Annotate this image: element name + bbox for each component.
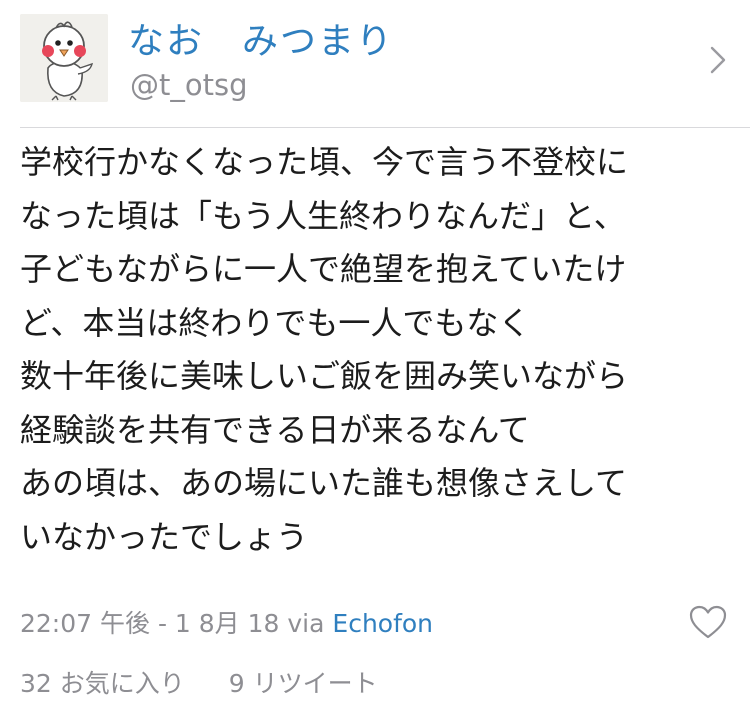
tweet-line: ど、本当は終わりでも一人でもなく [20, 303, 531, 342]
tweet-line: 子どもながらに一人で絶望を抱えていたけ [20, 250, 627, 288]
tweet-line: 経験談を共有できる日が来るなんて [20, 410, 530, 449]
tweet-line: 数十年後に美味しいご飯を囲み笑いながら [20, 357, 629, 395]
avatar[interactable] [20, 14, 108, 102]
retweets-count[interactable]: 9 リツイート [229, 669, 378, 698]
tweet-line: 学校行かなくなった頃、今で言う不登校に [20, 143, 629, 181]
tweet-text: 学校行かなくなった頃、今で言う不登校に なった頃は「もう人生終わりなんだ」と、 … [20, 142, 735, 570]
tweet-line: あの頃は、あの場にいた誰も想像さえして [20, 464, 628, 502]
screen-name[interactable]: @t_otsg [130, 68, 248, 102]
via-label: via [287, 609, 325, 638]
tweet-meta: 22:07 午後 - 1 8月 18 via Echofon [20, 604, 433, 640]
chevron-right-icon[interactable] [706, 44, 730, 76]
chick-mascot-avatar-icon [20, 14, 108, 102]
tweet-stats: 32 お気に入り 9 リツイート [20, 664, 378, 700]
display-name[interactable]: なお みつまり [128, 12, 394, 64]
heart-outline-icon[interactable] [688, 604, 728, 640]
tweet-line: いなかったでしょう [20, 517, 309, 556]
tweet-header[interactable]: なお みつまり @t_otsg [0, 0, 750, 128]
timestamp: 22:07 午後 - 1 8月 18 [20, 609, 280, 638]
header-divider [20, 127, 750, 128]
favorites-count[interactable]: 32 お気に入り [20, 669, 185, 698]
tweet-line: なった頃は「もう人生終わりなんだ」と、 [20, 196, 626, 235]
client-app-link[interactable]: Echofon [332, 609, 433, 638]
